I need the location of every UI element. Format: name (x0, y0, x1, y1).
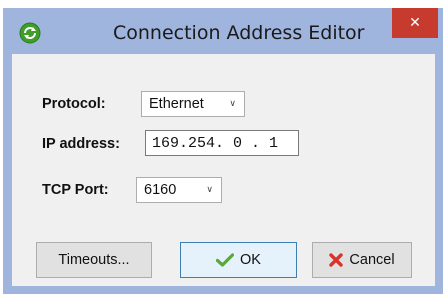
connection-address-editor-dialog: Connection Address Editor ✕ Protocol: Et… (3, 8, 443, 294)
ok-button[interactable]: OK (180, 242, 297, 278)
protocol-label: Protocol: (42, 96, 106, 112)
checkmark-icon (216, 253, 235, 267)
tcp-port-label: TCP Port: (42, 182, 109, 198)
ok-button-label: OK (240, 252, 261, 268)
tcp-port-dropdown[interactable]: 6160 ∨ (136, 177, 222, 203)
ip-address-value: 169.254. 0 . 1 (152, 134, 279, 152)
ip-address-field[interactable]: 169.254. 0 . 1 (145, 130, 299, 156)
close-button[interactable]: ✕ (392, 8, 438, 38)
protocol-value: Ethernet (149, 96, 204, 112)
background-strip (0, 0, 446, 8)
timeouts-button-label: Timeouts... (58, 252, 130, 268)
dialog-title: Connection Address Editor (113, 22, 365, 44)
close-icon: ✕ (409, 15, 421, 31)
ip-address-label: IP address: (42, 136, 120, 152)
protocol-dropdown[interactable]: Ethernet ∨ (141, 91, 245, 117)
refresh-icon (19, 22, 41, 44)
chevron-down-icon: ∨ (229, 98, 236, 108)
cancel-button-label: Cancel (349, 252, 395, 268)
tcp-port-value: 6160 (144, 182, 177, 198)
cancel-button[interactable]: Cancel (312, 242, 412, 278)
chevron-down-icon: ∨ (206, 184, 213, 194)
dialog-body: Protocol: Ethernet ∨ IP address: 169.254… (12, 54, 435, 286)
timeouts-button[interactable]: Timeouts... (36, 242, 152, 278)
title-bar[interactable]: Connection Address Editor ✕ (3, 8, 443, 54)
cancel-x-icon (329, 253, 344, 267)
